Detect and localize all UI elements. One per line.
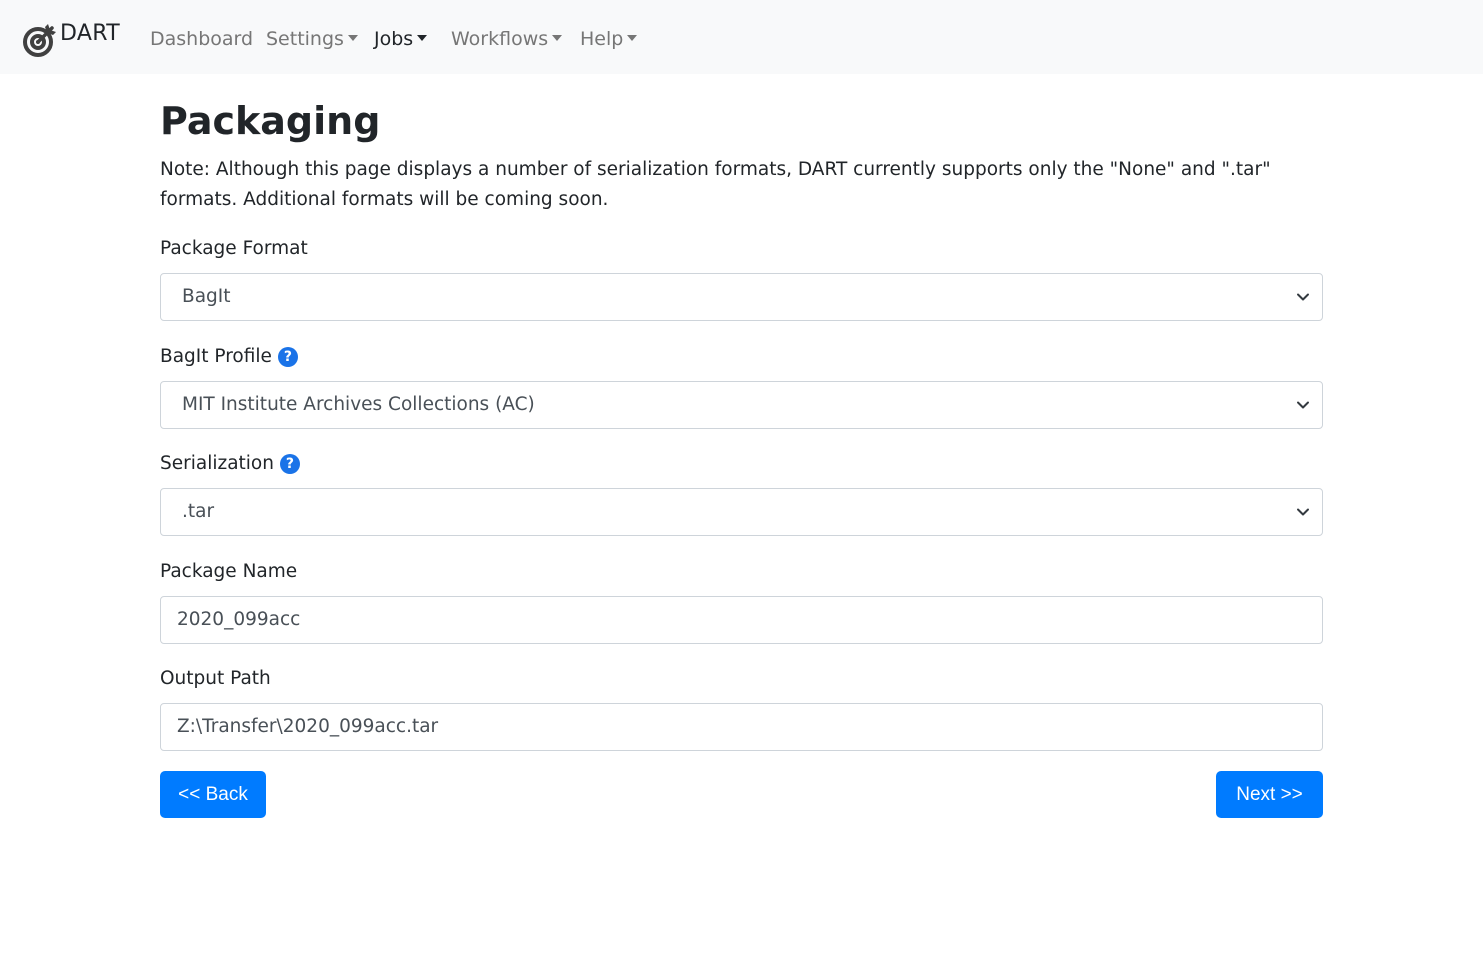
nav-workflows[interactable]: Workflows xyxy=(451,26,563,52)
nav-workflows-label: Workflows xyxy=(451,28,549,50)
page-title: Packaging xyxy=(160,99,381,143)
caret-down-icon xyxy=(552,35,563,41)
output-path-input[interactable]: Z:\Transfer\2020_099acc.tar xyxy=(160,703,1323,751)
caret-down-icon xyxy=(627,35,638,41)
chevron-down-icon xyxy=(1297,401,1309,409)
package-name-value: 2020_099acc xyxy=(177,609,301,630)
next-button[interactable]: Next >> xyxy=(1216,771,1323,818)
chevron-down-icon xyxy=(1297,508,1309,516)
serialization-note: Note: Although this page displays a numb… xyxy=(160,159,1271,210)
question-circle-icon[interactable]: ? xyxy=(277,347,298,367)
package-name-label: Package Name xyxy=(160,561,298,582)
serialization-label-row: Serialization? xyxy=(160,450,300,478)
package-format-value: BagIt xyxy=(182,286,231,307)
nav-dashboard[interactable]: Dashboard xyxy=(150,26,253,52)
chevron-down-icon xyxy=(1297,293,1309,301)
navbar: DART Dashboard Settings Jobs Workflows H… xyxy=(0,0,1483,74)
nav-dashboard-label: Dashboard xyxy=(150,28,254,50)
package-format-select[interactable]: BagIt xyxy=(160,273,1323,321)
back-button[interactable]: << Back xyxy=(160,771,266,818)
serialization-label: Serialization xyxy=(160,453,274,474)
nav-help[interactable]: Help xyxy=(580,26,638,52)
serialization-select[interactable]: .tar xyxy=(160,488,1323,536)
output-path-label: Output Path xyxy=(160,668,271,689)
nav-settings-label: Settings xyxy=(266,28,344,50)
package-format-label: Package Format xyxy=(160,238,308,259)
bagit-profile-label-row: BagIt Profile? xyxy=(160,343,298,371)
bagit-profile-select[interactable]: MIT Institute Archives Collections (AC) xyxy=(160,381,1323,429)
brand-name: DART xyxy=(60,21,120,46)
caret-down-icon xyxy=(417,35,428,41)
target-arrow-icon xyxy=(23,24,56,57)
nav-jobs[interactable]: Jobs xyxy=(374,26,428,52)
serialization-value: .tar xyxy=(182,501,215,522)
bagit-profile-value: MIT Institute Archives Collections (AC) xyxy=(182,394,535,415)
bagit-profile-label: BagIt Profile xyxy=(160,346,272,367)
package-name-input[interactable]: 2020_099acc xyxy=(160,596,1323,644)
output-path-value: Z:\Transfer\2020_099acc.tar xyxy=(177,716,439,737)
caret-down-icon xyxy=(347,35,358,41)
question-circle-icon[interactable]: ? xyxy=(279,454,300,474)
nav-help-label: Help xyxy=(580,28,624,50)
nav-settings[interactable]: Settings xyxy=(266,26,358,52)
brand[interactable]: DART xyxy=(22,21,120,58)
nav-jobs-label: Jobs xyxy=(374,28,414,50)
